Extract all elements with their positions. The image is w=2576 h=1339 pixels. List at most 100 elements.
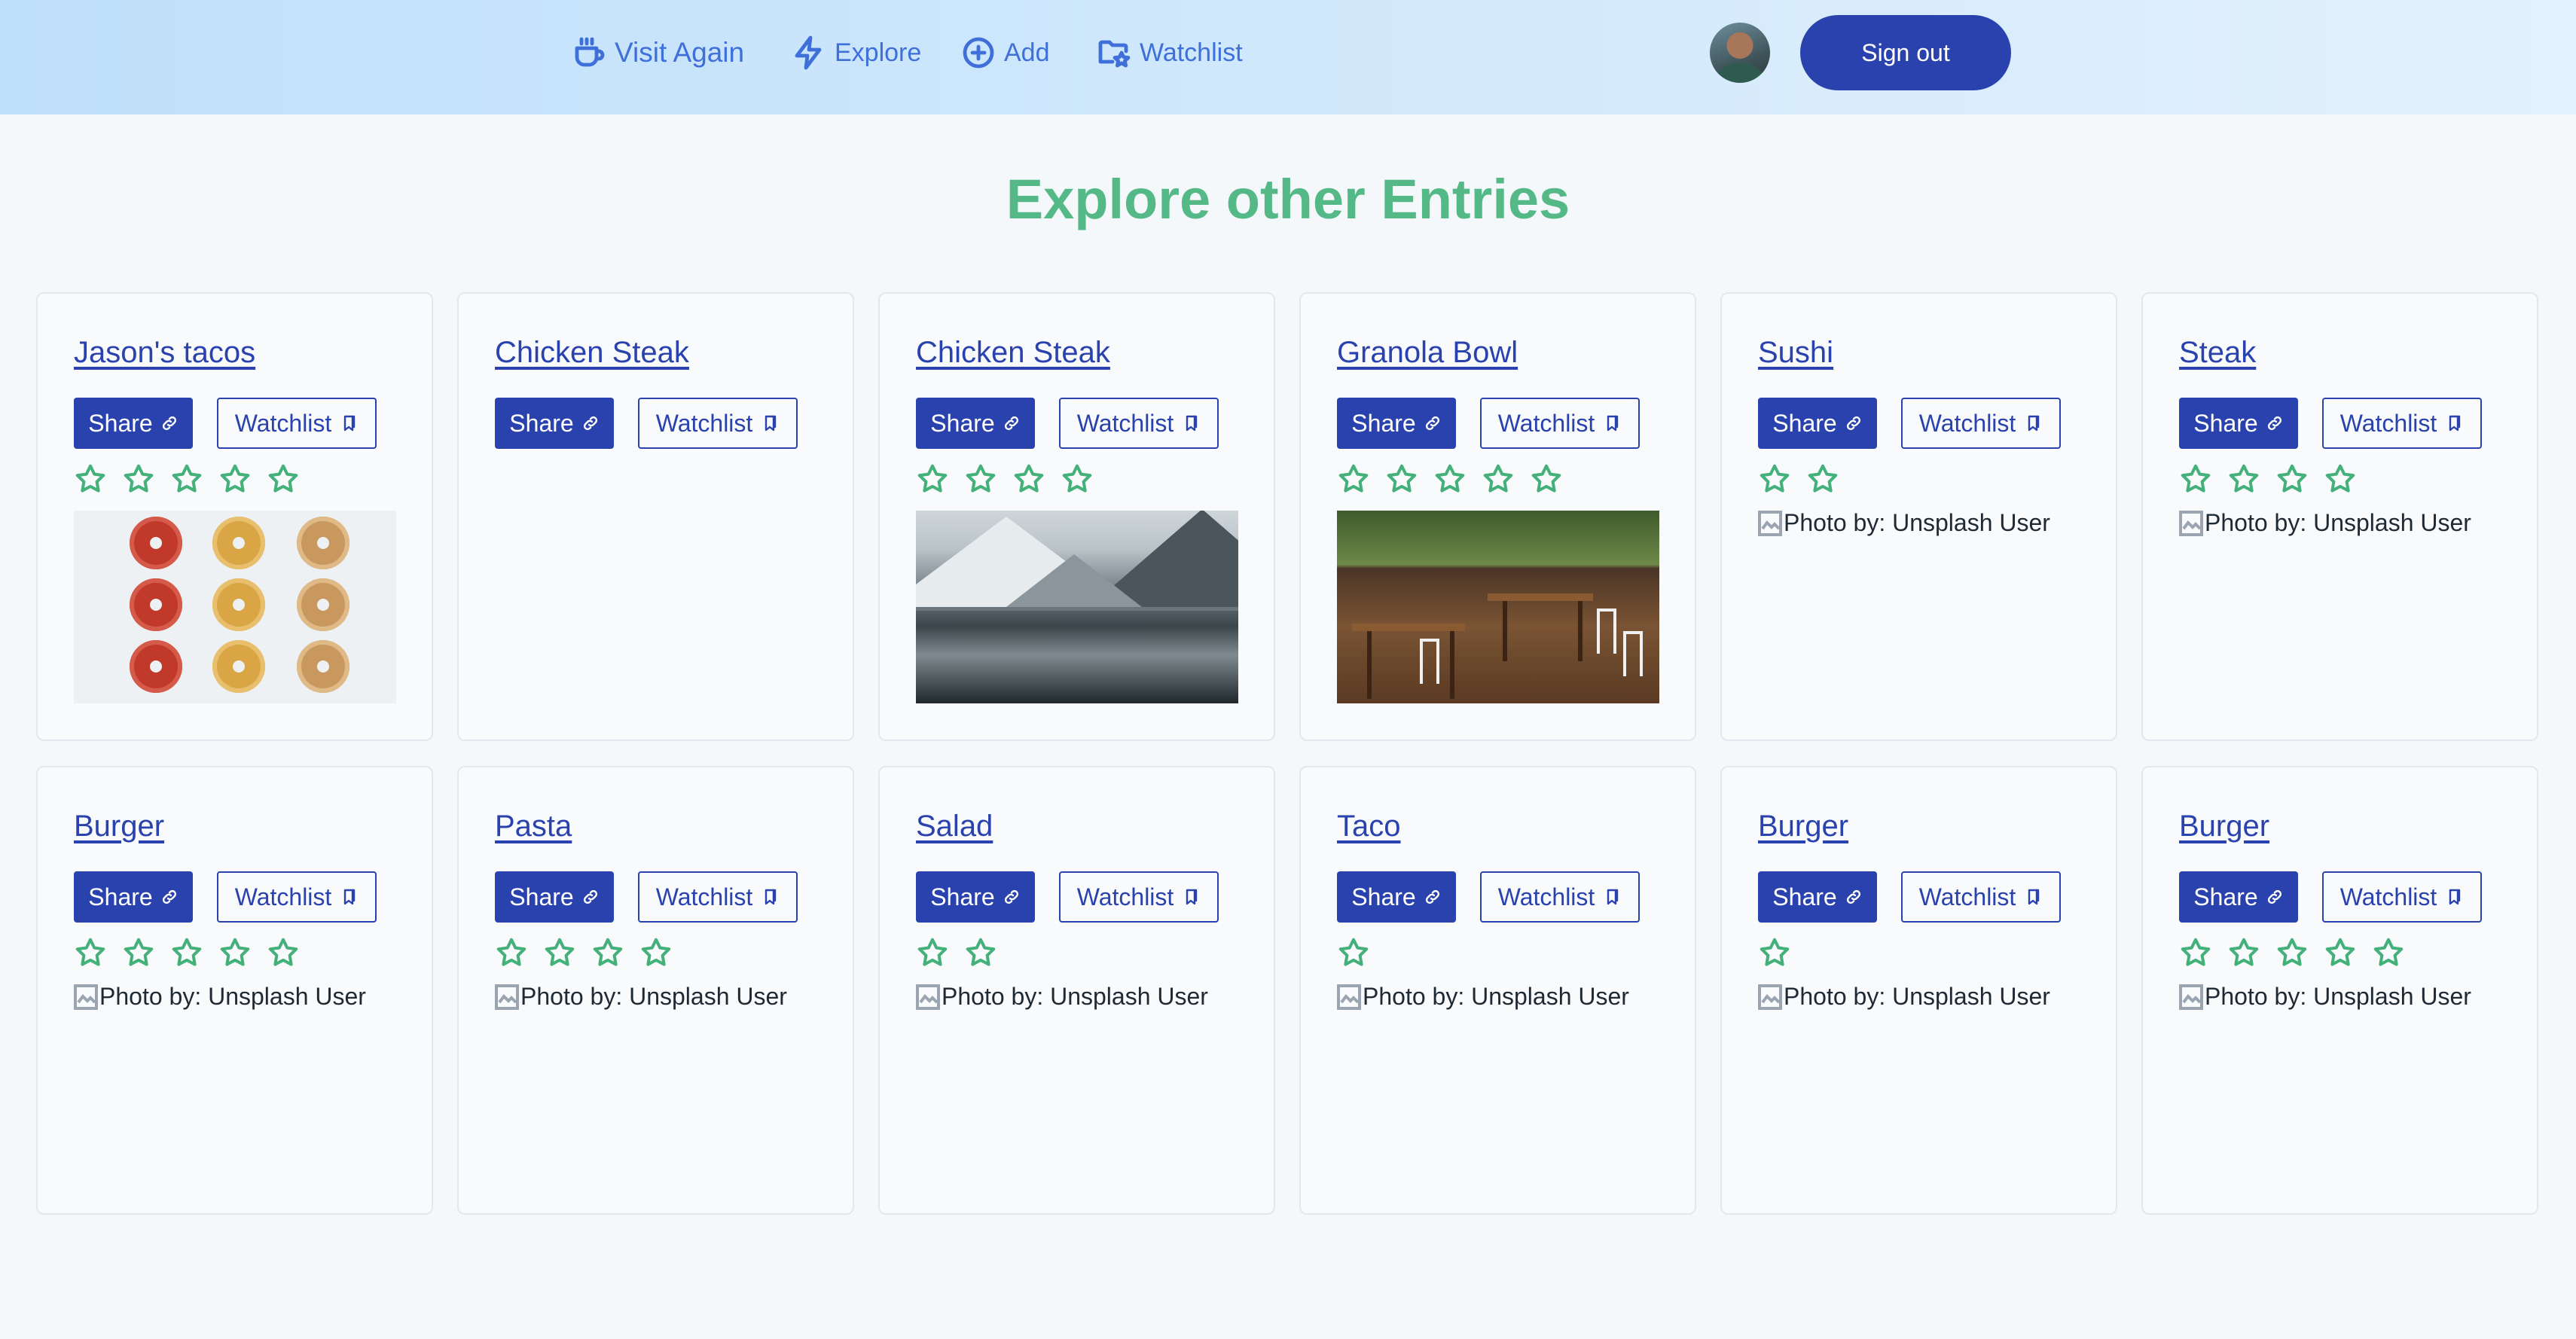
watchlist-button[interactable]: Watchlist — [638, 871, 798, 923]
broken-image-icon — [2179, 510, 2203, 536]
star-icon — [1337, 936, 1370, 969]
share-button-label: Share — [509, 883, 574, 910]
rating-stars — [1337, 462, 1563, 500]
share-button[interactable]: Share — [495, 871, 614, 923]
star-icon — [2372, 936, 2405, 969]
rating-stars — [916, 462, 1094, 500]
nav-explore[interactable]: Explore — [791, 30, 921, 75]
watchlist-button-label: Watchlist — [1497, 883, 1595, 910]
share-button[interactable]: Share — [916, 398, 1035, 449]
watchlist-button[interactable]: Watchlist — [638, 398, 798, 449]
nav-explore-label: Explore — [835, 38, 922, 67]
page-title: Explore other Entries — [1006, 168, 1570, 230]
watchlist-button[interactable]: Watchlist — [217, 871, 377, 923]
photo-caption: Photo by: Unsplash User — [1784, 509, 2050, 536]
star-icon — [2227, 462, 2260, 496]
share-button[interactable]: Share — [74, 871, 193, 923]
bookmark-icon — [344, 415, 356, 432]
bookmark-icon — [765, 889, 777, 905]
bookmark-icon — [1607, 415, 1619, 432]
share-button[interactable]: Share — [1758, 398, 1877, 449]
entry-photo: Photo by: Unsplash User — [1758, 983, 2050, 1011]
star-icon — [2275, 936, 2309, 969]
entry-title-link[interactable]: Burger — [74, 810, 164, 843]
broken-image-icon — [74, 984, 98, 1010]
star-icon — [2227, 936, 2260, 969]
entry-title-link[interactable]: Pasta — [495, 810, 572, 843]
share-button[interactable]: Share — [2179, 871, 2298, 923]
watchlist-button[interactable]: Watchlist — [2322, 871, 2482, 923]
watchlist-button[interactable]: Watchlist — [1901, 871, 2061, 923]
share-button[interactable]: Share — [1337, 871, 1456, 923]
rating-stars — [1337, 936, 1370, 974]
photo-caption: Photo by: Unsplash User — [942, 983, 1208, 1010]
watchlist-button[interactable]: Watchlist — [1480, 398, 1640, 449]
entry-title-link[interactable]: Jason's tacos — [74, 336, 255, 370]
entry-title-link[interactable]: Sushi — [1758, 336, 1833, 370]
star-icon — [1337, 462, 1370, 496]
watchlist-button[interactable]: Watchlist — [1901, 398, 2061, 449]
nav-visit-again[interactable]: Visit Again — [571, 30, 744, 75]
star-icon — [74, 462, 107, 496]
link-icon — [162, 889, 176, 904]
photo-caption: Photo by: Unsplash User — [2205, 983, 2471, 1010]
entry-title-link[interactable]: Chicken Steak — [495, 336, 689, 370]
share-button[interactable]: Share — [74, 398, 193, 449]
plus-circle-icon — [963, 37, 994, 69]
sign-out-button[interactable]: Sign out — [1800, 15, 2011, 90]
share-button[interactable]: Share — [1337, 398, 1456, 449]
table — [1352, 624, 1465, 631]
star-icon — [267, 462, 300, 496]
watchlist-button[interactable]: Watchlist — [1480, 871, 1640, 923]
photo-caption: Photo by: Unsplash User — [2205, 509, 2471, 536]
rating-stars — [916, 936, 997, 974]
star-icon — [1061, 462, 1094, 496]
share-button[interactable]: Share — [2179, 398, 2298, 449]
bookmark-icon — [2449, 415, 2461, 432]
watchlist-button[interactable]: Watchlist — [1059, 871, 1219, 923]
chair — [1420, 639, 1439, 684]
star-icon — [1530, 462, 1563, 496]
bookmark-icon — [2028, 889, 2040, 905]
watchlist-button[interactable]: Watchlist — [217, 398, 377, 449]
share-button[interactable]: Share — [1758, 871, 1877, 923]
broken-image-icon — [916, 984, 940, 1010]
table-leg — [1450, 631, 1454, 699]
nav-add[interactable]: Add — [960, 30, 1050, 75]
avatar[interactable] — [1710, 23, 1770, 83]
watchlist-button[interactable]: Watchlist — [2322, 398, 2482, 449]
cafe-terrace-photo — [1337, 511, 1659, 703]
share-button-label: Share — [930, 409, 995, 437]
watchlist-button[interactable]: Watchlist — [1059, 398, 1219, 449]
link-icon — [1004, 889, 1018, 904]
star-icon — [218, 936, 252, 969]
entry-title-link[interactable]: Taco — [1337, 810, 1401, 843]
donut — [212, 640, 265, 693]
share-button-label: Share — [1351, 883, 1416, 910]
star-icon — [170, 936, 203, 969]
nav-watchlist[interactable]: Watchlist — [1096, 30, 1243, 75]
share-button[interactable]: Share — [916, 871, 1035, 923]
entry-photo: Photo by: Unsplash User — [1337, 983, 1629, 1011]
rating-stars — [2179, 462, 2357, 500]
nav-visit-again-label: Visit Again — [615, 37, 745, 68]
watchlist-button-label: Watchlist — [234, 883, 332, 910]
entry-title-link[interactable]: Chicken Steak — [916, 336, 1110, 370]
entry-card: Burger Share Watchlist Photo by: Unsplash U… — [1720, 766, 2117, 1215]
mountain-lake-photo — [916, 511, 1238, 703]
share-button[interactable]: Share — [495, 398, 614, 449]
entry-title-link[interactable]: Granola Bowl — [1337, 336, 1518, 370]
entry-title-link[interactable]: Salad — [916, 810, 993, 843]
entry-title-link[interactable]: Burger — [1758, 810, 1848, 843]
star-icon — [1012, 462, 1045, 496]
watchlist-button-label: Watchlist — [234, 409, 332, 437]
share-button-label: Share — [2193, 883, 2258, 910]
entry-photo: Photo by: Unsplash User — [495, 983, 787, 1011]
entry-title-link[interactable]: Steak — [2179, 336, 2256, 370]
watchlist-button-label: Watchlist — [655, 409, 753, 437]
entry-title-link[interactable]: Burger — [2179, 810, 2269, 843]
entry-card: Granola Bowl Share Watchlist — [1299, 292, 1696, 741]
link-icon — [162, 416, 176, 431]
photo-caption: Photo by: Unsplash User — [99, 983, 366, 1010]
star-icon — [964, 936, 997, 969]
